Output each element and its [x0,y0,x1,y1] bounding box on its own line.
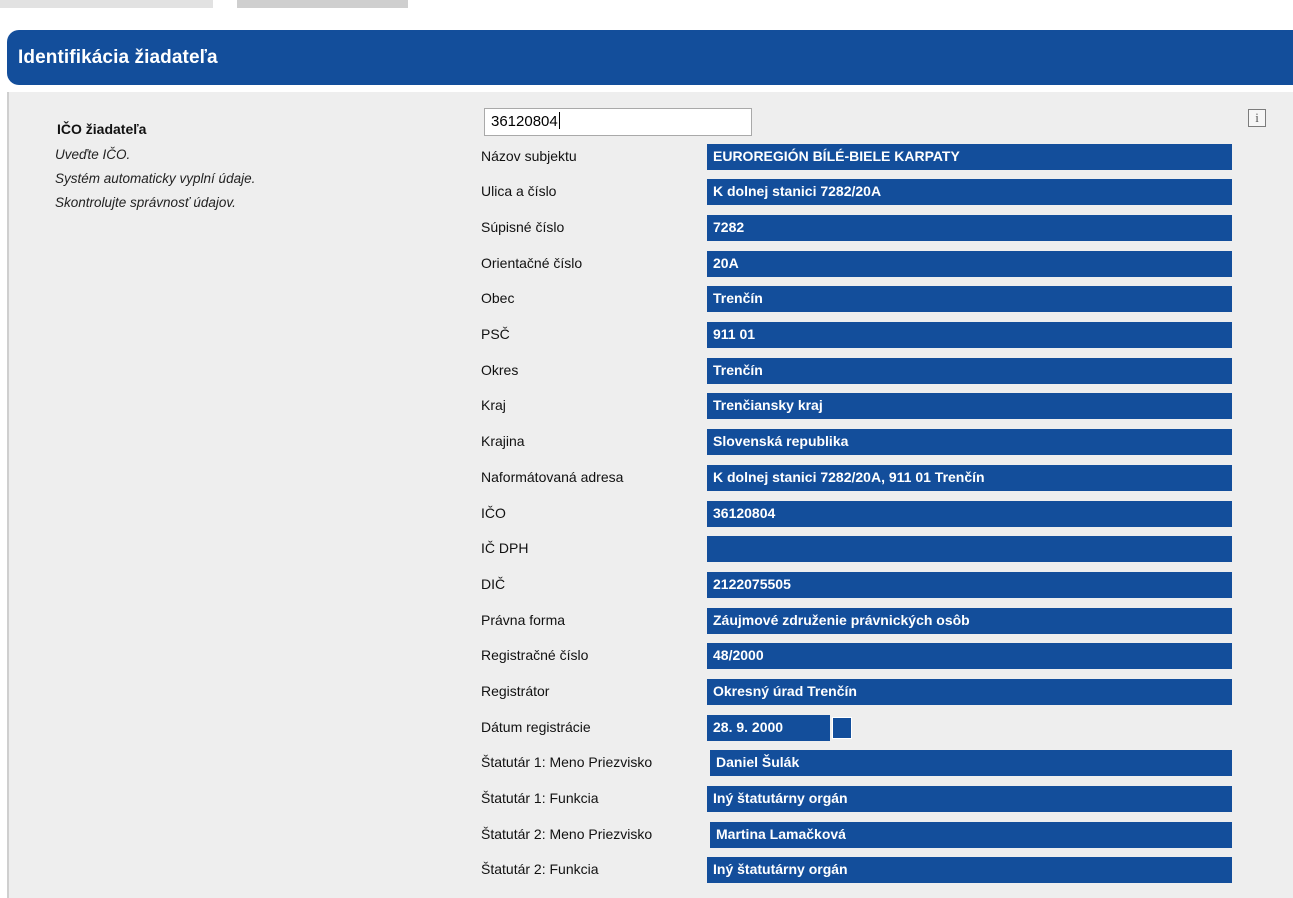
field-label: Krajina [481,433,525,449]
field-value: 28. 9. 2000 [707,715,830,741]
field-row: IČ DPH [9,536,1293,562]
field-row: Dátum registrácie 28. 9. 2000 [9,715,1293,741]
field-row: Štatutár 1: Meno Priezvisko Daniel Šulák [9,750,1293,776]
field-label: Ulica a číslo [481,183,557,199]
field-value: Trenčiansky kraj [707,393,1232,419]
field-row: DIČ 2122075505 [9,572,1293,598]
field-value: Trenčín [707,286,1232,312]
field-row: Súpisné číslo 7282 [9,215,1293,241]
field-row: Registračné číslo 48/2000 [9,643,1293,669]
field-value: Slovenská republika [707,429,1232,455]
field-value: K dolnej stanici 7282/20A [707,179,1232,205]
field-row: Orientačné číslo 20A [9,251,1293,277]
field-label: DIČ [481,576,506,592]
panel-body: IČO žiadateľa Uveďte IČO. Systém automat… [7,92,1293,898]
calendar-button[interactable] [832,717,852,739]
top-strip-blank [408,0,1293,8]
field-value: K dolnej stanici 7282/20A, 911 01 Trenčí… [707,465,1232,491]
panel-title: Identifikácia žiadateľa [18,47,218,68]
field-row: Kraj Trenčiansky kraj [9,393,1293,419]
field-row: Okres Trenčín [9,358,1293,384]
field-label: Obec [481,290,515,306]
field-label: Štatutár 2: Funkcia [481,861,599,877]
field-value: Daniel Šulák [710,750,1232,776]
field-row: Štatutár 2: Meno Priezvisko Martina Lamač… [9,822,1293,848]
field-label: Súpisné číslo [481,219,565,235]
field-label: IČO [481,505,506,521]
field-value [707,536,1232,562]
field-row: Právna forma Záujmové združenie právnický… [9,608,1293,634]
text-cursor [558,112,560,129]
field-value: Záujmové združenie právnických osôb [707,608,1232,634]
field-label: Registrátor [481,683,550,699]
field-label: Okres [481,362,519,378]
field-value: EUROREGIÓN BÍLÉ-BIELE KARPATY [707,144,1232,170]
top-tab[interactable] [237,0,408,8]
field-row: Ulica a číslo K dolnej stanici 7282/20A [9,179,1293,205]
field-label: Štatutár 1: Meno Priezvisko [481,754,653,770]
field-label: Kraj [481,397,506,413]
field-row: Štatutár 2: Funkcia Iný štatutárny orgán [9,857,1293,883]
panel-header: Identifikácia žiadateľa [7,30,1293,85]
field-label: IČ DPH [481,540,529,556]
field-value: Iný štatutárny orgán [707,786,1232,812]
field-value: 7282 [707,215,1232,241]
field-value: 48/2000 [707,643,1232,669]
field-label: Právna forma [481,612,566,628]
field-row: IČO 36120804 [9,501,1293,527]
field-label: Naformátovaná adresa [481,469,624,485]
field-row: Naformátovaná adresa K dolnej stanici 728… [9,465,1293,491]
field-value: 20A [707,251,1232,277]
info-icon[interactable]: i [1248,109,1266,127]
field-row: Obec Trenčín [9,286,1293,312]
field-label: Názov subjektu [481,148,577,164]
field-value: Iný štatutárny orgán [707,857,1232,883]
applicant-identification-panel: Identifikácia žiadateľa IČO žiadateľa Uv… [7,30,1293,898]
field-value: Martina Lamačková [710,822,1232,848]
field-row: Registrátor Okresný úrad Trenčín [9,679,1293,705]
field-label: PSČ [481,326,510,342]
field-row: Štatutár 1: Funkcia Iný štatutárny orgán [9,786,1293,812]
field-row: Názov subjektu EUROREGIÓN BÍLÉ-BIELE KARP… [9,144,1293,170]
ico-input-value: 36120804 [491,113,558,130]
field-row: PSČ 911 01 [9,322,1293,348]
top-tab-gap [213,0,237,8]
field-value: 911 01 [707,322,1232,348]
field-label: Registračné číslo [481,647,589,663]
field-value: 36120804 [707,501,1232,527]
field-label: Dátum registrácie [481,719,591,735]
field-value: 2122075505 [707,572,1232,598]
field-value: Trenčín [707,358,1232,384]
field-label: Štatutár 2: Meno Priezvisko [481,826,653,842]
field-row: Krajina Slovenská republika [9,429,1293,455]
ico-field-label: IČO žiadateľa [57,121,147,137]
field-label: Orientačné číslo [481,255,583,271]
ico-input[interactable]: 36120804 [484,108,752,136]
field-label: Štatutár 1: Funkcia [481,790,599,806]
field-value: Okresný úrad Trenčín [707,679,1232,705]
